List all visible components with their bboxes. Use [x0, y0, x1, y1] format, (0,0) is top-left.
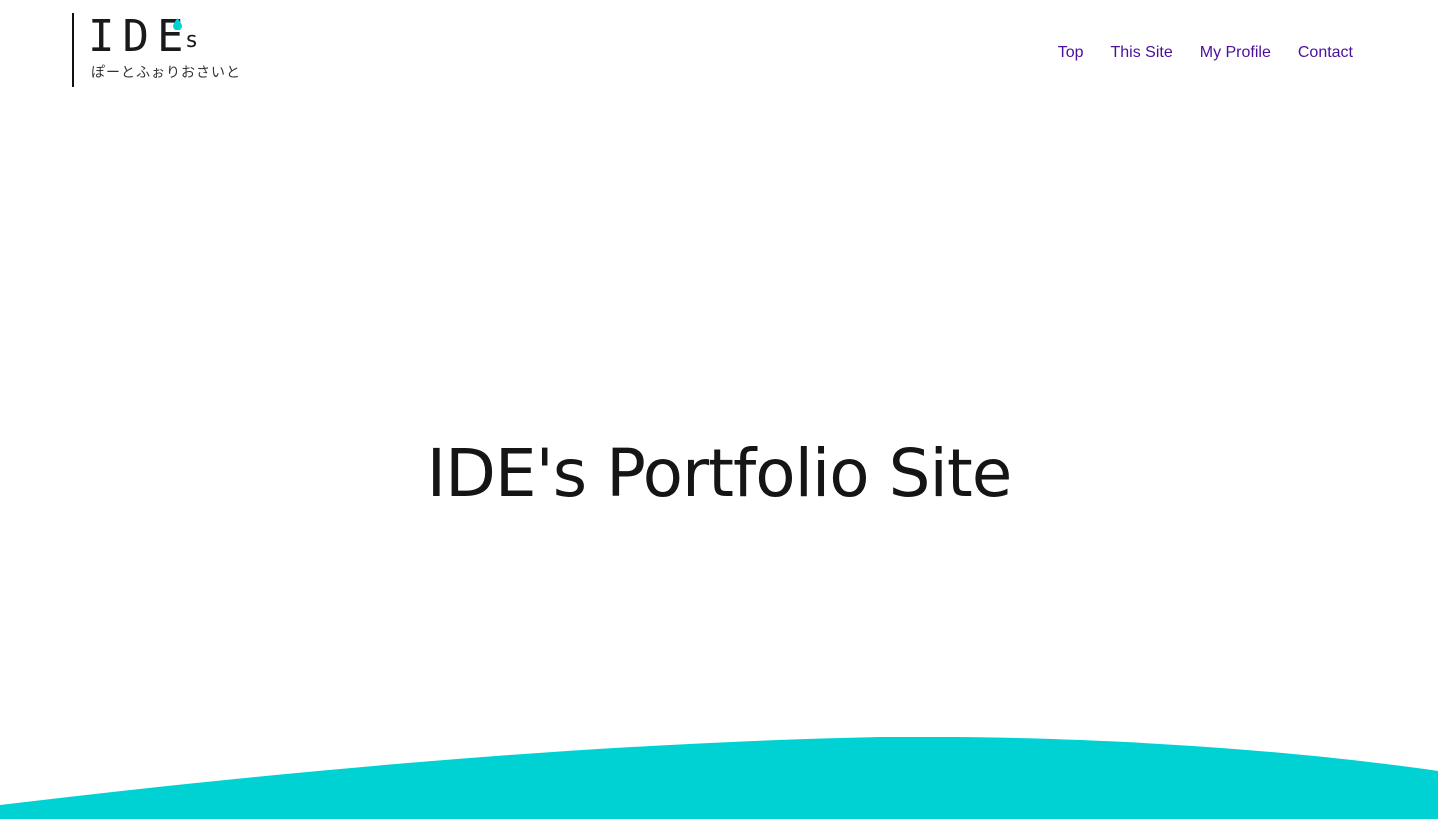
nav-link-top[interactable]: Top [1058, 41, 1084, 65]
decorative-wave [0, 737, 1438, 819]
nav-link-contact[interactable]: Contact [1298, 41, 1353, 65]
logo-vertical-bar [72, 13, 74, 87]
site-logo[interactable]: IDE s ぽーとふぉりおさいと [72, 13, 262, 88]
hero-title: IDE's Portfolio Site [426, 435, 1013, 512]
water-drop-icon [173, 18, 182, 30]
wave-shape [0, 737, 1438, 819]
logo-suffix: s [185, 28, 199, 53]
logo-tagline: ぽーとふぉりおさいと [91, 65, 241, 81]
nav-link-my-profile[interactable]: My Profile [1200, 41, 1271, 65]
main-nav: Top This Site My Profile Contact [1058, 41, 1353, 65]
nav-link-this-site[interactable]: This Site [1110, 41, 1172, 65]
